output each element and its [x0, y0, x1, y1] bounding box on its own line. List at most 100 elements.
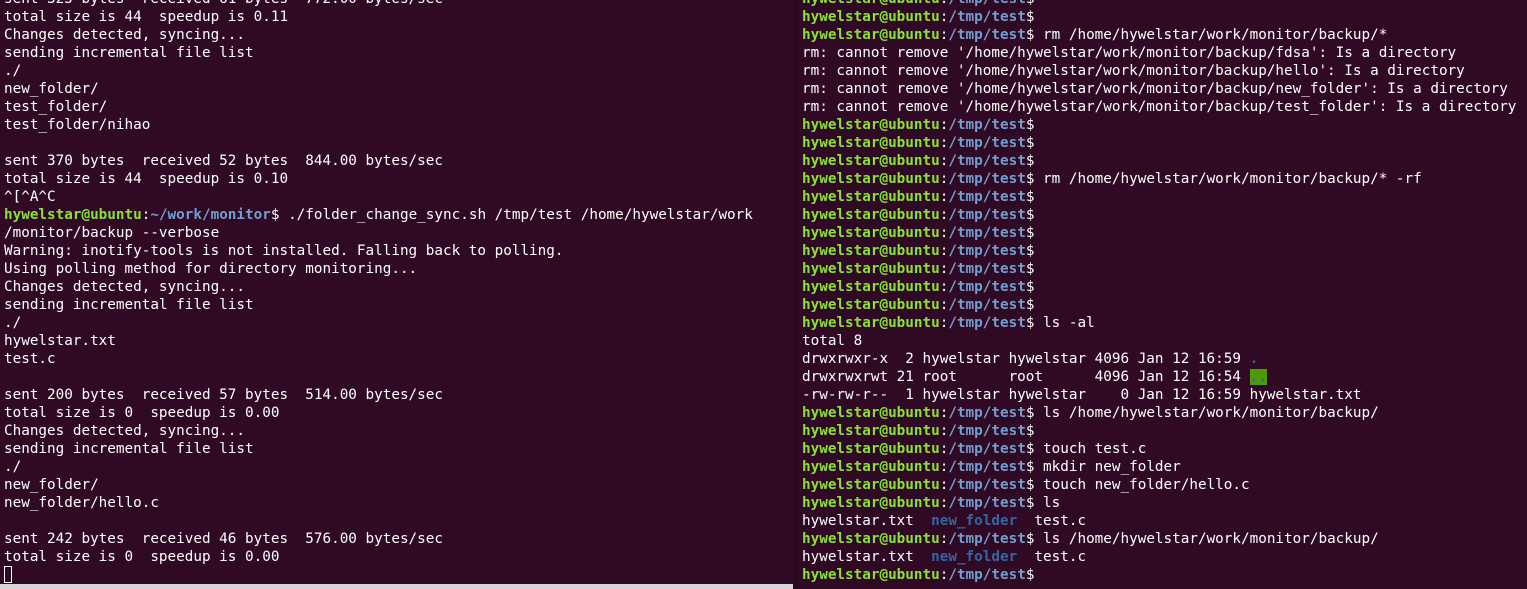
prompt-command: $ touch new_folder/hello.c — [1025, 477, 1250, 493]
ls-row-prefix: drwxrwxr-x 2 hywelstar hywelstar 4096 Ja… — [802, 351, 1250, 367]
prompt-command: $ — [1025, 207, 1035, 223]
prompt-line: hywelstar@ubuntu:/tmp/test$ — [802, 0, 1516, 8]
terminal-line: total size is 0 speedup is 0.00 — [4, 549, 280, 565]
prompt-path: /tmp/test — [948, 441, 1026, 457]
prompt-command: $ — [1025, 225, 1035, 241]
prompt-path: ~/work/monitor — [150, 207, 271, 223]
prompt-path: /tmp/test — [948, 117, 1026, 133]
terminal-line: new_folder/ — [4, 477, 99, 493]
terminal-line: sent 200 bytes received 57 bytes 514.00 … — [4, 387, 443, 403]
prompt-user: hywelstar@ubuntu — [802, 279, 940, 295]
terminal-line: rm: cannot remove '/home/hywelstar/work/… — [802, 99, 1517, 115]
ls-row: drwxrwxrwt 21 root root 4096 Jan 12 16:5… — [802, 368, 1516, 386]
prompt-command: $ — [1025, 297, 1035, 313]
prompt-command: $ — [1026, 0, 1035, 7]
prompt-line: hywelstar@ubuntu:/tmp/test$ — [802, 422, 1516, 440]
terminal-line: /monitor/backup --verbose — [4, 225, 220, 241]
prompt-line[interactable]: hywelstar@ubuntu:/tmp/test$ — [802, 566, 1516, 584]
terminal-line: hywelstar.txt — [4, 333, 116, 349]
prompt-path: /tmp/test — [948, 459, 1026, 475]
prompt-path: /tmp/test — [948, 315, 1026, 331]
prompt-path: /tmp/test — [948, 243, 1026, 259]
prompt-command: $ — [1025, 261, 1035, 277]
prompt-user: hywelstar@ubuntu — [802, 459, 940, 475]
terminal-line: test.c — [4, 351, 56, 367]
ls-dir-name: new_folder — [931, 513, 1018, 529]
terminal-line: Changes detected, syncing... — [4, 423, 246, 439]
prompt-path: /tmp/test — [948, 423, 1026, 439]
prompt-user: hywelstar@ubuntu — [802, 207, 940, 223]
prompt-path: /tmp/test — [948, 297, 1026, 313]
prompt-user: hywelstar@ubuntu — [802, 315, 940, 331]
prompt-command: $ ls -al — [1025, 315, 1095, 331]
ls-output: hywelstar.txt new_folder test.c — [802, 512, 1516, 530]
terminal-line: rm: cannot remove '/home/hywelstar/work/… — [802, 63, 1465, 79]
terminal-line: rm: cannot remove '/home/hywelstar/work/… — [802, 81, 1508, 97]
terminal-line: ./ — [4, 315, 22, 331]
prompt-user: hywelstar@ubuntu — [4, 207, 142, 223]
prompt-user: hywelstar@ubuntu — [802, 477, 940, 493]
prompt-line: hywelstar@ubuntu:/tmp/test$ ls /home/hyw… — [802, 530, 1516, 548]
prompt-path: /tmp/test — [948, 0, 1025, 7]
prompt-user: hywelstar@ubuntu — [802, 297, 940, 313]
terminal-line: ./ — [4, 459, 22, 475]
terminal-line: Changes detected, syncing... — [4, 27, 246, 43]
ls-row-prefix: drwxrwxrwt 21 root root 4096 Jan 12 16:5… — [802, 369, 1250, 385]
prompt-line: hywelstar@ubuntu:/tmp/test$ — [802, 224, 1516, 242]
terminal-line: total size is 0 speedup is 0.00 — [4, 405, 280, 421]
terminal-line: ^[^A^C — [4, 189, 56, 205]
prompt-line: hywelstar@ubuntu:/tmp/test$ ls /home/hyw… — [802, 404, 1516, 422]
prompt-user: hywelstar@ubuntu — [802, 135, 940, 151]
prompt-user: hywelstar@ubuntu — [802, 531, 940, 547]
prompt-line: hywelstar@ubuntu:/tmp/test$ — [802, 188, 1516, 206]
prompt-path: /tmp/test — [948, 9, 1026, 25]
right-terminal-output: hywelstar@ubuntu:/tmp/test$ hywelstar@ub… — [802, 0, 1516, 584]
prompt-line: hywelstar@ubuntu:/tmp/test$ touch new_fo… — [802, 476, 1516, 494]
terminal-line: total size is 44 speedup is 0.11 — [4, 9, 289, 25]
prompt-path: /tmp/test — [948, 135, 1026, 151]
terminal-line: test_folder/nihao — [4, 117, 151, 133]
prompt-line: hywelstar@ubuntu:/tmp/test$ — [802, 242, 1516, 260]
terminal-line: sending incremental file list — [4, 297, 254, 313]
prompt-user: hywelstar@ubuntu — [802, 567, 940, 583]
prompt-command: $ touch test.c — [1025, 441, 1147, 457]
terminal-line: test_folder/ — [4, 99, 108, 115]
prompt-user: hywelstar@ubuntu — [802, 441, 940, 457]
prompt-user: hywelstar@ubuntu — [802, 117, 940, 133]
ls-file: test.c — [1017, 513, 1087, 529]
terminal-line: Changes detected, syncing... — [4, 279, 246, 295]
prompt-line: hywelstar@ubuntu:/tmp/test$ — [802, 296, 1516, 314]
prompt-command: $ ls — [1025, 495, 1061, 511]
prompt-user: hywelstar@ubuntu — [802, 243, 940, 259]
prompt-user: hywelstar@ubuntu — [802, 405, 940, 421]
prompt-command: $ — [1025, 9, 1035, 25]
ls-row: -rw-rw-r-- 1 hywelstar hywelstar 0 Jan 1… — [802, 387, 1362, 403]
prompt-line: hywelstar@ubuntu:/tmp/test$ mkdir new_fo… — [802, 458, 1516, 476]
prompt-command: $ — [1025, 423, 1035, 439]
ls-file: test.c — [1017, 549, 1087, 565]
prompt-path: /tmp/test — [948, 531, 1026, 547]
prompt-path: /tmp/test — [948, 495, 1026, 511]
prompt-line: hywelstar@ubuntu:/tmp/test$ rm /home/hyw… — [802, 26, 1516, 44]
terminal-line: rm: cannot remove '/home/hywelstar/work/… — [802, 45, 1457, 61]
prompt-line: hywelstar@ubuntu:/tmp/test$ — [802, 206, 1516, 224]
cursor-line[interactable] — [4, 566, 753, 584]
prompt-user: hywelstar@ubuntu — [802, 27, 940, 43]
terminal-line: sent 325 bytes received 61 bytes 772.00 … — [4, 0, 753, 8]
prompt-user: hywelstar@ubuntu — [802, 261, 940, 277]
left-terminal-output: sent 325 bytes received 61 bytes 772.00 … — [4, 0, 753, 584]
ls-file: hywelstar.txt — [802, 513, 932, 529]
prompt-line: hywelstar@ubuntu:/tmp/test$ — [802, 278, 1516, 296]
ls-output: hywelstar.txt new_folder test.c — [802, 548, 1516, 566]
right-terminal-pane[interactable]: hywelstar@ubuntu:/tmp/test$ hywelstar@ub… — [799, 0, 1527, 589]
prompt-line: hywelstar@ubuntu:~/work/monitor$ ./folde… — [4, 206, 753, 224]
prompt-line: hywelstar@ubuntu:/tmp/test$ — [802, 134, 1516, 152]
prompt-user: hywelstar@ubuntu — [802, 9, 940, 25]
prompt-user: hywelstar@ubuntu — [802, 0, 940, 7]
prompt-path: /tmp/test — [948, 153, 1026, 169]
prompt-command: $ — [1025, 153, 1035, 169]
left-terminal-pane[interactable]: sent 325 bytes received 61 bytes 772.00 … — [0, 0, 793, 589]
prompt-path: /tmp/test — [948, 189, 1026, 205]
prompt-line: hywelstar@ubuntu:/tmp/test$ — [802, 8, 1516, 26]
